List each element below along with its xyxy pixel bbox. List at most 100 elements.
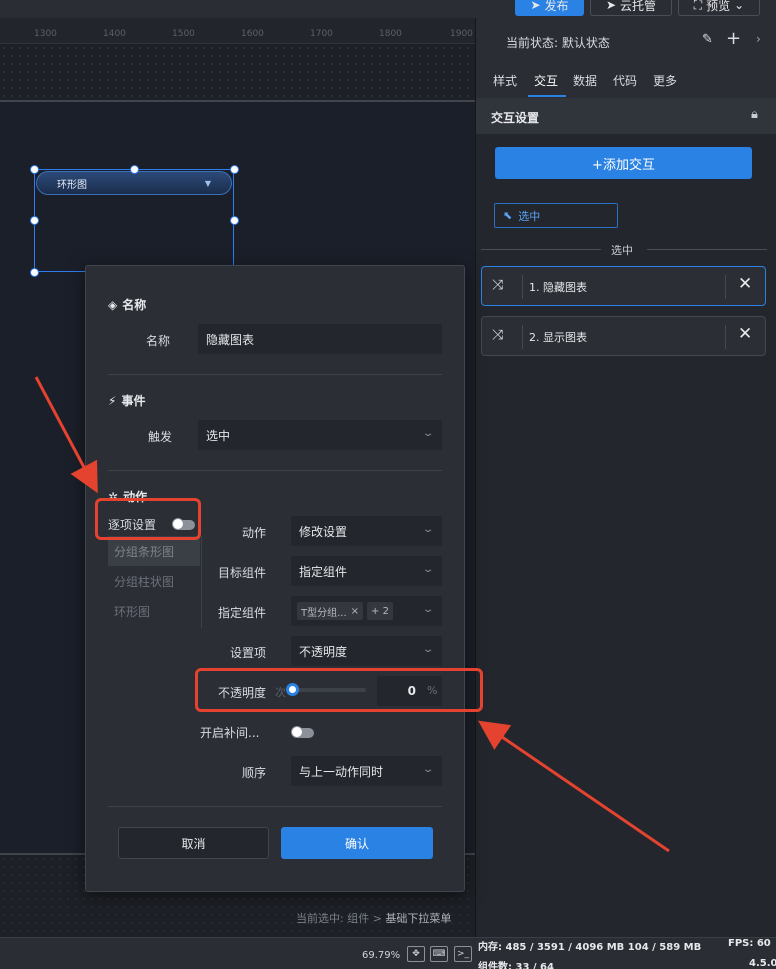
tab-style[interactable]: 样式: [493, 72, 517, 89]
component-count: 组件数: 33 / 64: [478, 962, 554, 969]
resize-handle[interactable]: [30, 216, 39, 225]
highlight-box: [195, 668, 483, 712]
confirm-button[interactable]: 确认: [281, 827, 433, 859]
edit-icon[interactable]: ✎: [702, 32, 713, 47]
current-selection-text: 当前选中: 组件 > 基础下拉菜单: [296, 910, 451, 926]
ruler-tick: 1800: [379, 29, 402, 39]
item-separator: [725, 275, 726, 299]
side-list-item[interactable]: 分组条形图: [108, 536, 200, 566]
tween-label: 开启补间...: [200, 726, 260, 740]
canvas-margin-top: [0, 44, 475, 100]
ruler-tick: 1500: [172, 29, 195, 39]
cancel-label: 取消: [181, 836, 206, 851]
tab-more[interactable]: 更多: [653, 72, 677, 89]
section-title: 交互设置: [491, 111, 540, 125]
interaction-dialog: ◈ 名称 名称 隐藏图表 ⚡︎ 事件 触发 选中 ⌄ ✲ 动作 逐项设置 分组条…: [85, 265, 465, 892]
chevron-right-icon[interactable]: ›: [756, 32, 761, 46]
side-list-item[interactable]: 环形图: [108, 596, 200, 626]
current-state-label: 当前状态: 默认状态: [506, 36, 610, 50]
trigger-label: 触发: [148, 430, 173, 444]
name-input[interactable]: 隐藏图表: [198, 324, 442, 354]
setting-label: 设置项: [230, 646, 267, 660]
setting-select[interactable]: 不透明度 ⌄: [291, 636, 442, 666]
send-icon: ➤: [530, 0, 541, 12]
memory-usage: 内存: 485 / 3591 / 4096 MB 104 / 589 MB: [478, 942, 702, 953]
lock-icon[interactable]: 🔒︎: [751, 107, 758, 122]
preview-button[interactable]: ⛶ 预览 ⌄: [678, 0, 760, 16]
cancel-button[interactable]: 取消: [118, 827, 269, 859]
chevron-down-icon: ⌄: [421, 428, 435, 439]
terminal-icon[interactable]: >_: [454, 946, 472, 962]
tab-interaction[interactable]: 交互: [534, 72, 558, 89]
action-item-label: 1. 隐藏图表: [529, 281, 587, 294]
ruler-tick: 1400: [103, 29, 126, 39]
close-icon[interactable]: ×: [351, 606, 359, 617]
close-icon[interactable]: ✕: [738, 324, 752, 344]
action-value: 修改设置: [299, 524, 348, 539]
cloud-hosting-button[interactable]: ➤ 云托管: [590, 0, 672, 16]
fit-screen-icon[interactable]: ✥: [407, 946, 425, 962]
target-select[interactable]: 指定组件 ⌄: [291, 556, 442, 586]
chevron-down-icon: ⌄: [734, 0, 745, 12]
add-icon[interactable]: +: [726, 28, 741, 49]
divider-line: [647, 249, 767, 250]
divider-label: 选中: [611, 244, 633, 257]
send-icon: ➤: [605, 0, 617, 12]
add-interaction-label: +添加交互: [592, 157, 655, 173]
tab-code[interactable]: 代码: [613, 72, 637, 89]
trigger-value: 选中: [206, 428, 231, 443]
item-separator: [725, 325, 726, 349]
tab-data[interactable]: 数据: [573, 72, 597, 89]
state-row: 当前状态: 默认状态 ✎ + ›: [476, 18, 776, 64]
publish-label: 发布: [544, 0, 569, 13]
dropdown-menu-widget[interactable]: 环形图 ▼: [36, 171, 232, 195]
divider-line: [481, 249, 601, 250]
cursor-click-icon: ⬉: [503, 209, 513, 222]
top-toolbar: ➤ 发布 ➤ 云托管 ⛶ 预览 ⌄: [0, 0, 776, 18]
chevron-down-icon: ⌄: [421, 644, 435, 655]
keyboard-icon[interactable]: ⌨: [430, 946, 448, 962]
resize-handle[interactable]: [30, 268, 39, 277]
event-chip-label: 选中: [518, 209, 541, 223]
panel-tabs: 样式 交互 数据 代码 更多: [476, 64, 776, 98]
shuffle-icon: ⤨: [492, 327, 504, 343]
resize-handle[interactable]: [30, 165, 39, 174]
cloud-label: 云托管: [620, 0, 657, 13]
specified-select[interactable]: T型分组... × + 2 ⌄: [291, 596, 442, 626]
horizontal-ruler: 1300 1400 1500 1600 1700 1800 1900: [0, 18, 475, 44]
zoom-level[interactable]: 69.79%: [362, 950, 400, 961]
event-chip[interactable]: ⬉ 选中: [494, 203, 618, 228]
lightning-icon: ⚡︎: [108, 393, 117, 408]
name-section-title: 名称: [122, 298, 147, 312]
ruler-tick: 1600: [241, 29, 264, 39]
ruler-tick: 1300: [34, 29, 57, 39]
tween-toggle[interactable]: [291, 726, 314, 738]
interaction-settings-header: 交互设置 🔒︎: [476, 98, 776, 134]
fullscreen-icon: ⛶: [693, 0, 703, 12]
chevron-down-icon: ⌄: [421, 524, 435, 535]
resize-handle[interactable]: [130, 165, 139, 174]
side-list-item[interactable]: 分组柱状图: [108, 566, 200, 596]
resize-handle[interactable]: [230, 216, 239, 225]
add-interaction-button[interactable]: +添加交互: [495, 147, 752, 179]
order-select[interactable]: 与上一动作同时 ⌄: [291, 756, 442, 786]
tag-label: T型分组...: [301, 607, 347, 619]
highlight-box: [95, 498, 201, 540]
target-value: 指定组件: [299, 564, 348, 579]
close-icon[interactable]: ✕: [738, 274, 752, 294]
action-select[interactable]: 修改设置 ⌄: [291, 516, 442, 546]
trigger-select[interactable]: 选中 ⌄: [198, 420, 442, 450]
section-divider: [108, 374, 442, 375]
setting-value: 不透明度: [299, 644, 348, 659]
chevron-down-icon: ⌄: [421, 604, 435, 615]
ruler-tick: 1700: [310, 29, 333, 39]
event-divider: 选中: [481, 242, 767, 258]
name-section-header: ◈ 名称: [108, 296, 146, 313]
version-label: 4.5.0: [749, 958, 776, 969]
publish-button[interactable]: ➤ 发布: [515, 0, 584, 16]
name-input-value: 隐藏图表: [206, 332, 255, 347]
resize-handle[interactable]: [230, 165, 239, 174]
action-item[interactable]: ⤨ 1. 隐藏图表 ✕: [481, 266, 766, 306]
action-item[interactable]: ⤨ 2. 显示图表 ✕: [481, 316, 766, 356]
current-selection-prefix: 当前选中: 组件 >: [296, 912, 386, 925]
